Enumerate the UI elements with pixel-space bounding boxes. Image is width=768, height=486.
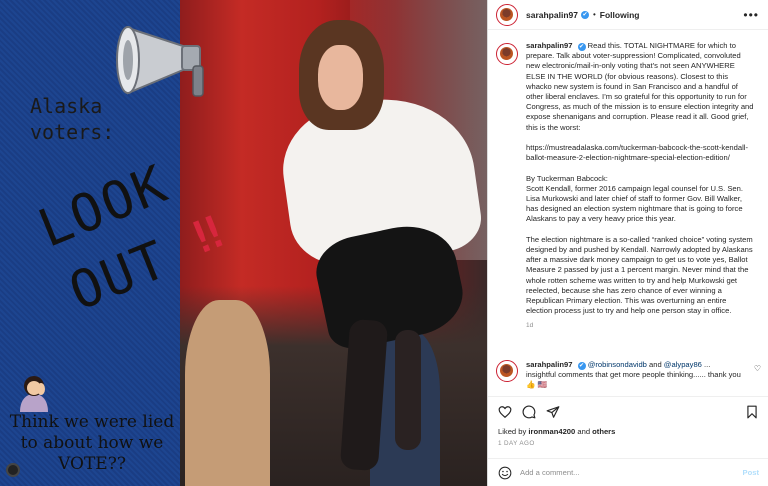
caption: sarahpalin97 ✔ Read this. TOTAL NIGHTMAR…	[488, 31, 768, 354]
comment-body: sarahpalin97 ✔ @robinsondavidb and @alyp…	[526, 360, 746, 391]
caption-avatar[interactable]	[496, 43, 518, 65]
liked-by: Liked by ironman4200 and others	[498, 427, 759, 436]
action-row	[498, 404, 759, 420]
dot-separator: •	[592, 10, 596, 19]
caption-timestamp: 1d	[526, 322, 534, 330]
exclamation-icon: ‼	[186, 206, 231, 264]
caption-text-block: sarahpalin97 ✔ Read this. TOTAL NIGHTMAR…	[526, 41, 754, 316]
caption-body: sarahpalin97 ✔ Read this. TOTAL NIGHTMAR…	[526, 41, 754, 354]
comment-conjunction: and	[646, 360, 664, 369]
mention-link[interactable]: @robinsondavidb	[588, 360, 647, 369]
post-timestamp[interactable]: 1 DAY AGO	[498, 440, 759, 447]
photo-figure-leg	[395, 330, 421, 450]
heart-icon[interactable]	[498, 405, 512, 419]
caption-text: Read this. TOTAL NIGHTMARE for which to …	[526, 41, 754, 316]
photo-crowd-person	[185, 300, 270, 486]
bookmark-icon[interactable]	[745, 405, 759, 419]
comment-input[interactable]	[520, 468, 743, 477]
woman-facepalm-icon	[20, 376, 48, 412]
liked-by-and: and	[575, 427, 593, 436]
comment: sarahpalin97 ✔ @robinsondavidb and @alyp…	[496, 360, 761, 391]
post-side-panel: sarahpalin97 ✔ • Following ••• sarahpali…	[487, 0, 768, 486]
caption-username[interactable]: sarahpalin97	[526, 41, 572, 50]
liked-by-others[interactable]: others	[592, 427, 615, 436]
header-username[interactable]: sarahpalin97	[526, 10, 578, 20]
comment-username[interactable]: sarahpalin97	[526, 360, 572, 369]
mention-link[interactable]: @alypay86	[664, 360, 702, 369]
post-button[interactable]: Post	[743, 468, 759, 477]
comment-avatar[interactable]	[496, 360, 518, 382]
comment-ellipsis: ...	[701, 360, 711, 369]
emoji-icon[interactable]	[498, 466, 512, 480]
verified-badge-icon: ✔	[577, 43, 586, 51]
post-actions: Liked by ironman4200 and others 1 DAY AG…	[488, 396, 768, 452]
lied-to-text: Think we were lied to about how we VOTE?…	[9, 412, 175, 474]
comment-icon[interactable]	[522, 405, 536, 419]
comment-like-icon[interactable]: ♡	[754, 364, 761, 373]
more-options-icon[interactable]: •••	[743, 8, 759, 22]
post-image[interactable]: Alaska voters: LOOK OUT ‼ Think we were …	[0, 0, 487, 486]
liked-by-user[interactable]: ironman4200	[528, 427, 575, 436]
verified-badge-icon: ✔	[577, 362, 586, 370]
photo-figure-face	[318, 45, 363, 110]
post-header: sarahpalin97 ✔ • Following •••	[488, 0, 768, 30]
avatar[interactable]	[496, 3, 518, 26]
verified-badge-icon: ✔	[580, 10, 589, 19]
share-icon[interactable]	[546, 405, 560, 419]
add-comment-bar: Post	[488, 458, 768, 486]
tagged-user-icon[interactable]	[6, 463, 20, 477]
following-button[interactable]: Following	[600, 10, 640, 20]
liked-by-prefix: Liked by	[498, 427, 529, 436]
comment-text: insightful comments that get more people…	[526, 370, 741, 390]
